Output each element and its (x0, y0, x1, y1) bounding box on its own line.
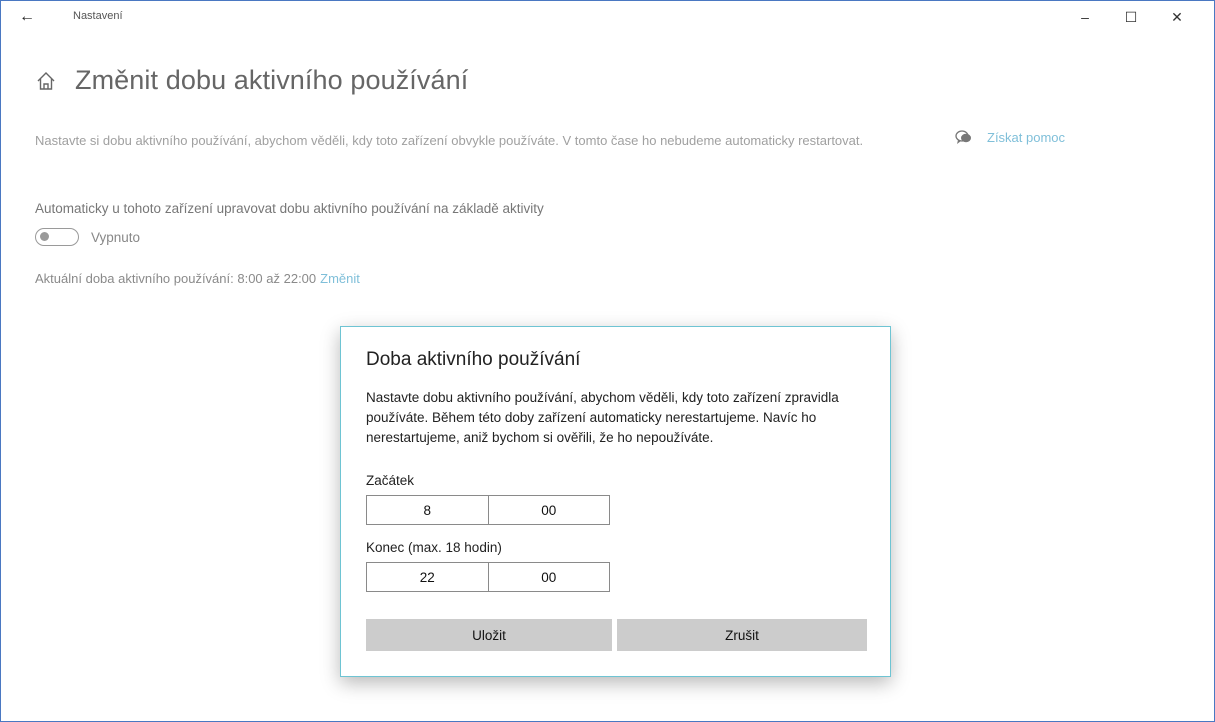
cancel-button[interactable]: Zrušit (617, 619, 867, 651)
end-hour-field[interactable]: 22 (367, 563, 488, 591)
start-time-picker[interactable]: 8 00 (366, 495, 610, 525)
current-active-hours-text: Aktuální doba aktivního používání: 8:00 … (35, 271, 317, 286)
minimize-icon: – (1081, 9, 1089, 25)
toggle-state-label: Vypnuto (91, 230, 141, 245)
save-button[interactable]: Uložit (366, 619, 612, 651)
end-label: Konec (max. 18 hodin) (366, 540, 502, 555)
toggle-knob (40, 232, 49, 241)
title-bar: ← Nastavení – ☐ ✕ (1, 1, 1214, 33)
maximize-icon: ☐ (1124, 8, 1138, 25)
dialog-description: Nastavte dobu aktivního používání, abych… (366, 390, 839, 445)
page-description: Nastavte si dobu aktivního používání, ab… (35, 133, 864, 148)
help-link[interactable]: Získat pomoc (987, 130, 1065, 145)
back-button[interactable]: ← (15, 5, 39, 29)
close-button[interactable]: ✕ (1154, 1, 1200, 33)
change-link[interactable]: Změnit (320, 271, 360, 286)
auto-adjust-toggle[interactable] (35, 228, 79, 246)
help-chat-icon (955, 130, 971, 144)
current-active-hours: Aktuální doba aktivního používání: 8:00 … (35, 271, 360, 286)
active-hours-dialog: Doba aktivního používání Nastavte dobu a… (340, 326, 891, 677)
end-minute-field[interactable]: 00 (487, 563, 610, 591)
start-minute-field[interactable]: 00 (487, 496, 610, 524)
back-arrow-icon: ← (19, 8, 35, 25)
dialog-title: Doba aktivního používání (366, 349, 581, 370)
help-section[interactable]: Získat pomoc (955, 129, 1065, 145)
maximize-button[interactable]: ☐ (1108, 1, 1154, 33)
settings-window: ← Nastavení – ☐ ✕ Změnit dobu aktivního … (0, 0, 1215, 722)
auto-adjust-label: Automaticky u tohoto zařízení upravovat … (35, 201, 544, 216)
home-icon[interactable] (35, 70, 57, 92)
start-hour-field[interactable]: 8 (367, 496, 488, 524)
close-icon: ✕ (1171, 8, 1183, 25)
app-title: Nastavení (73, 10, 123, 22)
page-header: Změnit dobu aktivního používání (35, 65, 468, 96)
page-title: Změnit dobu aktivního používání (75, 65, 469, 95)
minimize-button[interactable]: – (1062, 1, 1108, 33)
start-label: Začátek (366, 473, 415, 488)
end-time-picker[interactable]: 22 00 (366, 562, 610, 592)
